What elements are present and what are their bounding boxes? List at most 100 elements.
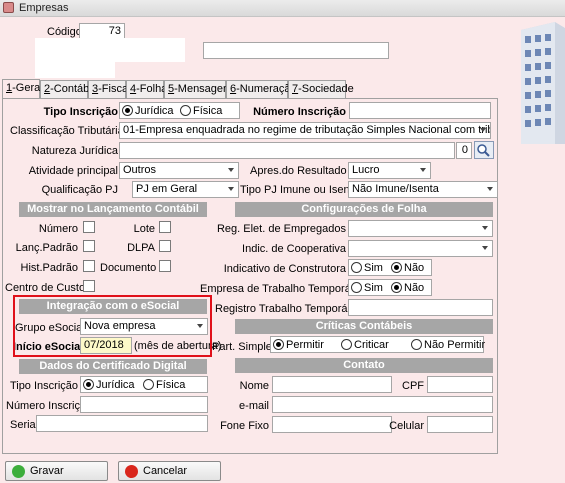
permitir-label: Permitir bbox=[286, 339, 324, 351]
reg-elet-select[interactable] bbox=[348, 220, 493, 237]
tab-geral[interactable]: 1-Geral bbox=[2, 79, 43, 99]
lote-checkbox[interactable] bbox=[159, 221, 171, 233]
tipo-pj-select[interactable]: Não Imune/Isenta bbox=[348, 181, 498, 198]
nao-permitir-label: Não Permitir bbox=[424, 339, 486, 351]
contato-cpf-field[interactable] bbox=[427, 376, 493, 393]
dlpa-checkbox[interactable] bbox=[159, 240, 171, 252]
centro-custo-checkbox[interactable] bbox=[83, 280, 95, 292]
cancel-icon bbox=[125, 465, 138, 478]
criticas-header: Críticas Contábeis bbox=[235, 319, 493, 334]
reg-elet-label: Reg. Elet. de Empregados bbox=[216, 223, 346, 235]
lanc-padrao-checkbox[interactable] bbox=[83, 240, 95, 252]
tipo-fisica-radio[interactable] bbox=[180, 105, 191, 116]
tipo-juridica-radio[interactable] bbox=[122, 105, 133, 116]
construtora-nao-radio[interactable] bbox=[391, 262, 402, 273]
tab-sociedade[interactable]: 7-Sociedade bbox=[288, 80, 354, 98]
tab-fiscal[interactable]: 3-Fiscal bbox=[88, 80, 131, 98]
natureza-field[interactable] bbox=[119, 142, 455, 159]
numero-inscricao-field[interactable] bbox=[349, 102, 491, 119]
indic-coop-select[interactable] bbox=[348, 240, 493, 257]
certificado-header: Dados do Certificado Digital bbox=[19, 359, 207, 374]
criticar-radio[interactable] bbox=[341, 339, 352, 350]
chevron-down-icon bbox=[420, 168, 426, 172]
permitir-radio[interactable] bbox=[273, 339, 284, 350]
tab-numeracao[interactable]: 6-Numeração bbox=[226, 80, 297, 98]
construtora-sim-radio[interactable] bbox=[351, 262, 362, 273]
company-alias-field[interactable] bbox=[203, 42, 389, 59]
chevron-down-icon bbox=[487, 187, 493, 191]
cert-serial-label: Serial bbox=[10, 419, 39, 431]
tab-contabil[interactable]: 2-Contábil bbox=[40, 80, 94, 98]
cert-juridica-label: Jurídica bbox=[96, 379, 135, 391]
contato-header: Contato bbox=[235, 358, 493, 373]
documento-label: Documento bbox=[100, 262, 157, 274]
chevron-down-icon bbox=[482, 246, 488, 250]
cert-fisica-label: Física bbox=[156, 379, 186, 391]
construtora-label: Indicativo de Construtora bbox=[223, 263, 346, 275]
check-icon bbox=[12, 465, 25, 478]
natureza-number[interactable]: 0 bbox=[456, 142, 472, 159]
construtora-nao-label: Não bbox=[404, 262, 425, 274]
chevron-down-icon bbox=[228, 187, 234, 191]
lote-label: Lote bbox=[133, 223, 155, 235]
construtora-sim-label: Sim bbox=[364, 262, 383, 274]
numero-inscricao-label: Número Inscrição bbox=[253, 106, 346, 118]
trab-temp-label: Empresa de Trabalho Temporário bbox=[200, 283, 364, 295]
building-icon bbox=[521, 22, 565, 144]
apres-label: Apres.do Resultado bbox=[250, 165, 347, 177]
centro-custo-label: Centro de Custo bbox=[5, 282, 86, 294]
contato-fone-field[interactable] bbox=[272, 416, 392, 433]
classificacao-label: Classificação Tributária bbox=[10, 125, 124, 137]
gravar-button[interactable]: Gravar bbox=[5, 461, 108, 481]
trab-temp-sim-label: Sim bbox=[364, 282, 383, 294]
chevron-down-icon bbox=[482, 226, 488, 230]
lanc-padrao-label: Lanç.Padrão bbox=[15, 242, 78, 254]
chevron-down-icon bbox=[480, 128, 486, 132]
indic-coop-label: Indic. de Cooperativa bbox=[242, 243, 346, 255]
atividade-select[interactable]: Outros bbox=[119, 162, 239, 179]
classificacao-select[interactable]: 01-Empresa enquadrada no regime de tribu… bbox=[119, 122, 491, 139]
tab-folha[interactable]: 4-Folha bbox=[126, 80, 167, 98]
trab-temp-nao-label: Não bbox=[404, 282, 425, 294]
contato-cpf-label: CPF bbox=[402, 380, 424, 392]
tab-mensagens[interactable]: 5-Mensagens bbox=[164, 80, 235, 98]
cert-juridica-radio[interactable] bbox=[83, 379, 94, 390]
contato-email-label: e-mail bbox=[239, 400, 269, 412]
registro-field[interactable] bbox=[348, 299, 493, 316]
contato-email-field[interactable] bbox=[272, 396, 493, 413]
criticar-label: Criticar bbox=[354, 339, 389, 351]
lancamento-header: Mostrar no Lançamento Contábil bbox=[19, 202, 207, 217]
cert-serial-field[interactable] bbox=[36, 415, 208, 432]
cert-tipo-label: Tipo Inscrição bbox=[9, 380, 78, 392]
folha-header: Configurações de Folha bbox=[235, 202, 493, 217]
nao-permitir-radio[interactable] bbox=[411, 339, 422, 350]
atividade-label: Atividade principal bbox=[28, 165, 118, 177]
apres-select[interactable]: Lucro bbox=[348, 162, 431, 179]
title-bar: Empresas bbox=[0, 0, 565, 17]
esocial-highlight bbox=[13, 295, 212, 357]
part-simples-label: Part. Simples bbox=[212, 341, 278, 353]
documento-checkbox[interactable] bbox=[159, 260, 171, 272]
tipo-fisica-label: Física bbox=[193, 105, 223, 117]
window-title: Empresas bbox=[19, 2, 69, 14]
contato-celular-field[interactable] bbox=[427, 416, 493, 433]
app-icon bbox=[3, 2, 14, 13]
cancelar-button[interactable]: Cancelar bbox=[118, 461, 221, 481]
chevron-down-icon bbox=[228, 168, 234, 172]
contato-fone-label: Fone Fixo bbox=[220, 420, 269, 432]
lookup-icon[interactable] bbox=[474, 141, 494, 159]
numero-checkbox[interactable] bbox=[83, 221, 95, 233]
company-extra-field[interactable] bbox=[35, 62, 115, 78]
cert-fisica-radio[interactable] bbox=[143, 379, 154, 390]
hist-padrao-checkbox[interactable] bbox=[83, 260, 95, 272]
cert-numero-field[interactable] bbox=[80, 396, 208, 413]
tipo-juridica-label: Jurídica bbox=[135, 105, 174, 117]
contato-nome-field[interactable] bbox=[272, 376, 392, 393]
tipo-inscricao-label: Tipo Inscrição bbox=[43, 106, 118, 118]
trab-temp-nao-radio[interactable] bbox=[391, 282, 402, 293]
trab-temp-sim-radio[interactable] bbox=[351, 282, 362, 293]
dlpa-label: DLPA bbox=[127, 242, 155, 254]
qualificacao-select[interactable]: PJ em Geral bbox=[132, 181, 239, 198]
tipo-pj-label: Tipo PJ Imune ou Isenta bbox=[240, 184, 359, 196]
company-name-field[interactable] bbox=[35, 38, 185, 62]
